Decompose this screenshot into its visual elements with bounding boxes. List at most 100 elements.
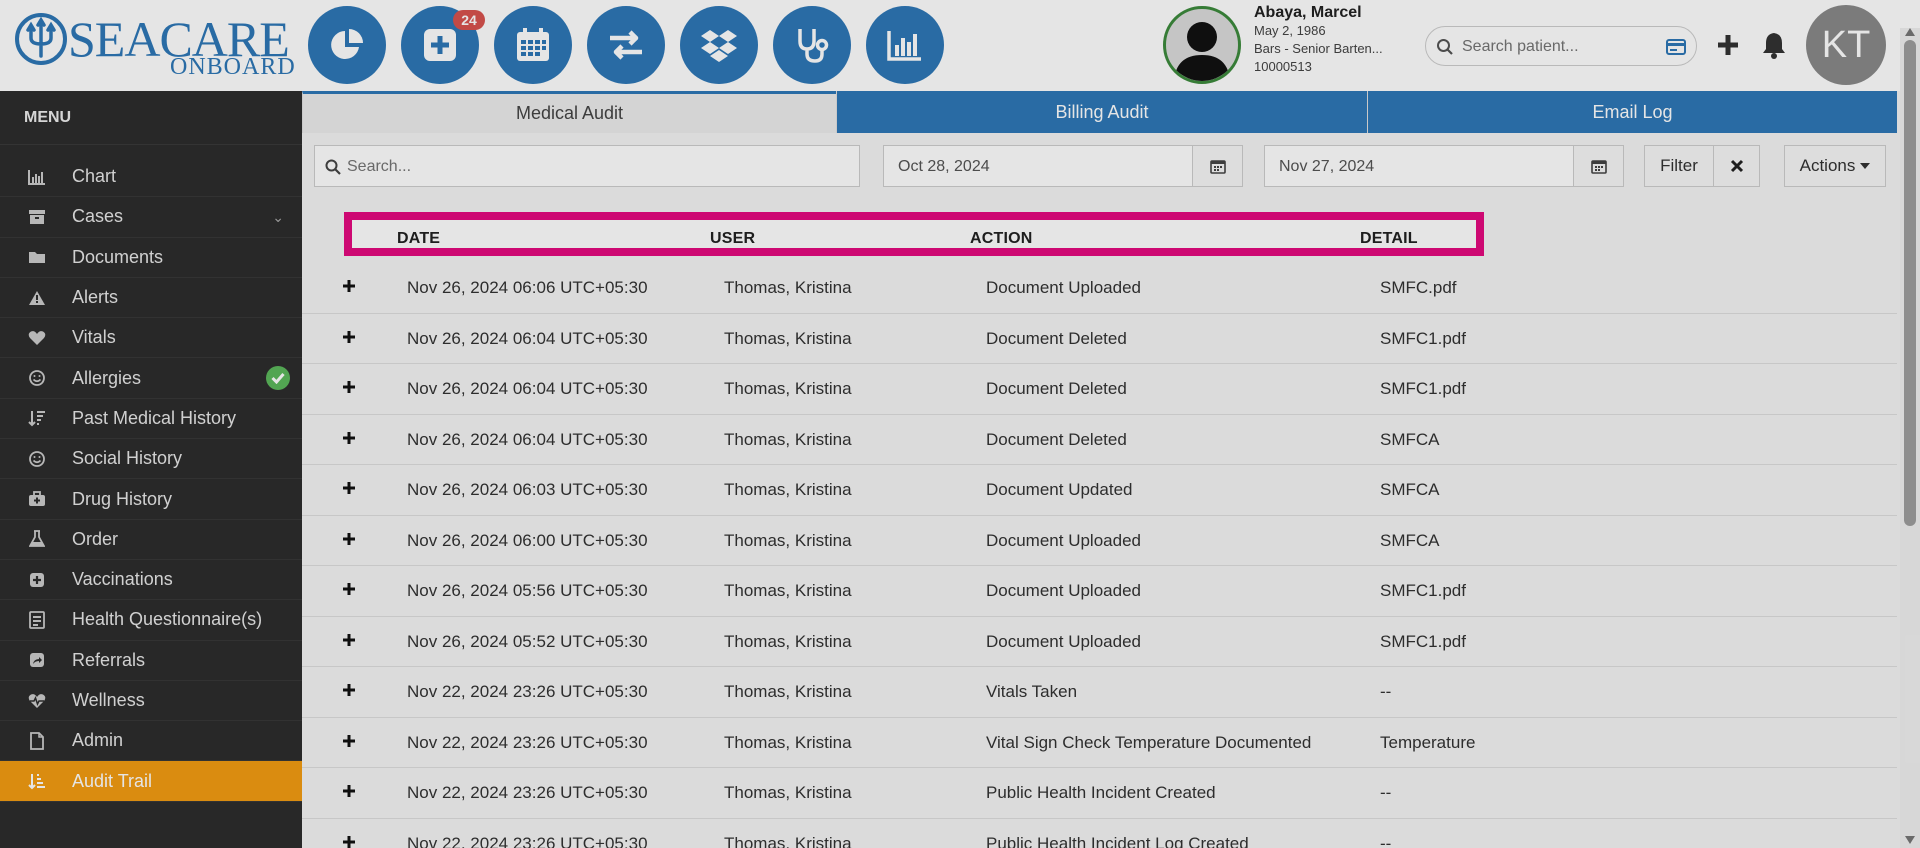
tab-email-log[interactable]: Email Log [1367, 91, 1897, 133]
table-row[interactable]: Nov 22, 2024 23:26 UTC+05:30 Thomas, Kri… [302, 667, 1897, 718]
table-row[interactable]: Nov 26, 2024 06:06 UTC+05:30 Thomas, Kri… [302, 263, 1897, 314]
expand-row-icon[interactable] [339, 731, 359, 751]
nav-dropbox-button[interactable] [680, 6, 758, 84]
page-scrollbar[interactable] [1900, 28, 1920, 848]
filter-button[interactable]: Filter [1644, 145, 1714, 187]
patient-avatar[interactable] [1163, 6, 1241, 84]
form-icon [26, 609, 48, 631]
cell-action: Document Updated [986, 480, 1133, 499]
table-row[interactable]: Nov 26, 2024 06:04 UTC+05:30 Thomas, Kri… [302, 414, 1897, 465]
plus-icon [1718, 35, 1738, 55]
table-row[interactable]: Nov 22, 2024 23:26 UTC+05:30 Thomas, Kri… [302, 818, 1897, 848]
sidebar-item-social-history[interactable]: Social History [0, 439, 302, 480]
table-row[interactable]: Nov 26, 2024 06:00 UTC+05:30 Thomas, Kri… [302, 515, 1897, 566]
table-row[interactable]: Nov 26, 2024 06:03 UTC+05:30 Thomas, Kri… [302, 465, 1897, 516]
sidebar-menu: MENU Chart Cases ⌄ Documents Alerts Vita… [0, 91, 302, 848]
chevron-double-down-icon[interactable]: ⌄ [272, 209, 284, 226]
cell-detail: -- [1380, 783, 1392, 802]
sidebar-item-cases[interactable]: Cases ⌄ [0, 197, 302, 238]
notifications-button[interactable] [1759, 28, 1789, 62]
date-to-field [1264, 145, 1624, 187]
sidebar-item-label: Chart [72, 166, 117, 187]
cell-date: Nov 26, 2024 06:03 UTC+05:30 [407, 480, 648, 499]
expand-row-icon[interactable] [339, 832, 359, 848]
expand-row-icon[interactable] [339, 276, 359, 296]
table-row[interactable]: Nov 26, 2024 05:52 UTC+05:30 Thomas, Kri… [302, 616, 1897, 667]
sidebar-item-wellness[interactable]: Wellness [0, 681, 302, 722]
date-to-input[interactable] [1279, 156, 1559, 178]
column-header-detail[interactable]: DETAIL [1360, 230, 1418, 248]
table-row[interactable]: Nov 26, 2024 06:04 UTC+05:30 Thomas, Kri… [302, 364, 1897, 415]
sidebar-item-audit-trail[interactable]: Audit Trail [0, 761, 302, 802]
seacare-logo[interactable]: SEACARE ONBOARD [14, 6, 295, 82]
sidebar-item-alerts[interactable]: Alerts [0, 278, 302, 319]
caret-down-icon [1860, 163, 1871, 169]
expand-row-icon[interactable] [339, 377, 359, 397]
cell-user: Thomas, Kristina [724, 278, 852, 297]
expand-row-icon[interactable] [339, 781, 359, 801]
expand-row-icon[interactable] [339, 579, 359, 599]
table-row[interactable]: Nov 26, 2024 06:04 UTC+05:30 Thomas, Kri… [302, 313, 1897, 364]
sidebar-item-admin[interactable]: Admin [0, 721, 302, 762]
sidebar-item-vitals[interactable]: Vitals [0, 318, 302, 359]
close-icon [1730, 159, 1743, 173]
scrollbar-thumb[interactable] [1904, 40, 1916, 526]
sidebar-item-health-questionnaires[interactable]: Health Questionnaire(s) [0, 600, 302, 641]
sidebar-item-past-medical-history[interactable]: Past Medical History [0, 399, 302, 440]
clear-filter-button[interactable] [1713, 145, 1760, 187]
add-button[interactable] [1713, 28, 1743, 62]
expand-row-icon[interactable] [339, 327, 359, 347]
patient-name[interactable]: Abaya, Marcel [1254, 4, 1404, 22]
sidebar-item-allergies[interactable]: Allergies [0, 358, 302, 399]
column-header-date[interactable]: DATE [397, 230, 440, 248]
sidebar-item-chart[interactable]: Chart [0, 157, 302, 198]
sidebar-item-label: Alerts [72, 287, 119, 308]
column-header-action[interactable]: ACTION [970, 230, 1033, 248]
user-avatar[interactable]: KT [1806, 5, 1886, 85]
scroll-up-arrow-icon[interactable] [1905, 28, 1915, 36]
nav-dashboard-button[interactable] [308, 6, 386, 84]
bar-chart-icon [26, 166, 48, 188]
nav-calendar-button[interactable] [494, 6, 572, 84]
patient-search-input[interactable] [1462, 35, 1652, 59]
calendar-icon[interactable] [1192, 146, 1242, 186]
cell-user: Thomas, Kristina [724, 379, 852, 398]
expand-row-icon[interactable] [339, 529, 359, 549]
id-card-icon[interactable] [1666, 39, 1686, 55]
sidebar-item-drug-history[interactable]: Drug History [0, 479, 302, 520]
sidebar-item-order[interactable]: Order [0, 520, 302, 560]
nav-reports-button[interactable] [866, 6, 944, 84]
expand-row-icon[interactable] [339, 680, 359, 700]
cell-action: Document Uploaded [986, 581, 1141, 600]
expand-row-icon[interactable] [339, 478, 359, 498]
table-row[interactable]: Nov 22, 2024 23:26 UTC+05:30 Thomas, Kri… [302, 768, 1897, 819]
nav-medical-button[interactable]: 24 [401, 6, 485, 84]
cell-detail: SMFCA [1380, 429, 1440, 449]
menu-list: Chart Cases ⌄ Documents Alerts Vitals Al… [0, 157, 302, 802]
tab-medical-audit[interactable]: Medical Audit [302, 91, 836, 133]
calendar-icon[interactable] [1573, 146, 1623, 186]
cell-action: Document Uploaded [986, 530, 1141, 550]
tab-billing-audit[interactable]: Billing Audit [836, 91, 1367, 133]
expand-row-icon[interactable] [339, 630, 359, 650]
sidebar-item-documents[interactable]: Documents [0, 238, 302, 278]
cell-date: Nov 26, 2024 06:04 UTC+05:30 [407, 379, 648, 398]
cell-detail: SMFC1.pdf [1380, 328, 1466, 348]
actions-dropdown[interactable]: Actions [1784, 145, 1886, 187]
check-circle-icon [266, 366, 290, 391]
table-row[interactable]: Nov 26, 2024 05:56 UTC+05:30 Thomas, Kri… [302, 566, 1897, 617]
sidebar-item-vaccinations[interactable]: Vaccinations [0, 560, 302, 601]
heartbeat-icon [26, 690, 48, 712]
expand-row-icon[interactable] [339, 428, 359, 448]
sidebar-item-label: Audit Trail [72, 770, 153, 791]
scroll-down-arrow-icon[interactable] [1905, 836, 1915, 844]
sidebar-item-label: Order [72, 528, 119, 549]
audit-search-input[interactable] [347, 156, 847, 178]
sidebar-item-referrals[interactable]: Referrals [0, 641, 302, 681]
date-from-input[interactable] [898, 156, 1178, 178]
nav-stethoscope-button[interactable] [773, 6, 851, 84]
column-header-user[interactable]: USER [710, 230, 755, 248]
bell-icon [1763, 33, 1785, 59]
nav-transfer-button[interactable] [587, 6, 665, 84]
table-row[interactable]: Nov 22, 2024 23:26 UTC+05:30 Thomas, Kri… [302, 717, 1897, 768]
